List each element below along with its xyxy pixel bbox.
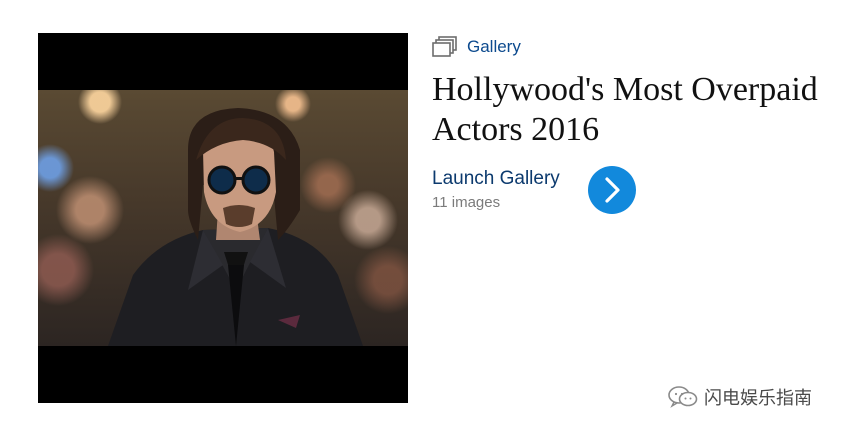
- launch-gallery-button[interactable]: [588, 166, 636, 214]
- image-count: 11 images: [432, 194, 501, 211]
- gallery-info: Gallery Hollywood's Most Overpaid Actors…: [432, 33, 832, 214]
- gallery-thumbnail[interactable]: [38, 33, 408, 403]
- wechat-icon: [668, 386, 698, 408]
- red-carpet-photo: [38, 90, 408, 346]
- gallery-tag[interactable]: Gallery: [432, 33, 832, 61]
- gallery-title[interactable]: Hollywood's Most Overpaid Actors 2016: [432, 70, 832, 150]
- gallery-stack-icon: [432, 36, 457, 57]
- launch-gallery-row[interactable]: Launch Gallery 11 images: [432, 166, 692, 216]
- launch-gallery-link[interactable]: Launch Gallery: [432, 168, 560, 190]
- chevron-right-icon: [605, 177, 620, 203]
- wechat-watermark: 闪电娱乐指南: [668, 384, 812, 410]
- watermark-text: 闪电娱乐指南: [704, 388, 812, 409]
- gallery-card: Gallery Hollywood's Most Overpaid Actors…: [0, 0, 860, 434]
- gallery-tag-label[interactable]: Gallery: [467, 37, 521, 57]
- actor-portrait: [108, 108, 363, 346]
